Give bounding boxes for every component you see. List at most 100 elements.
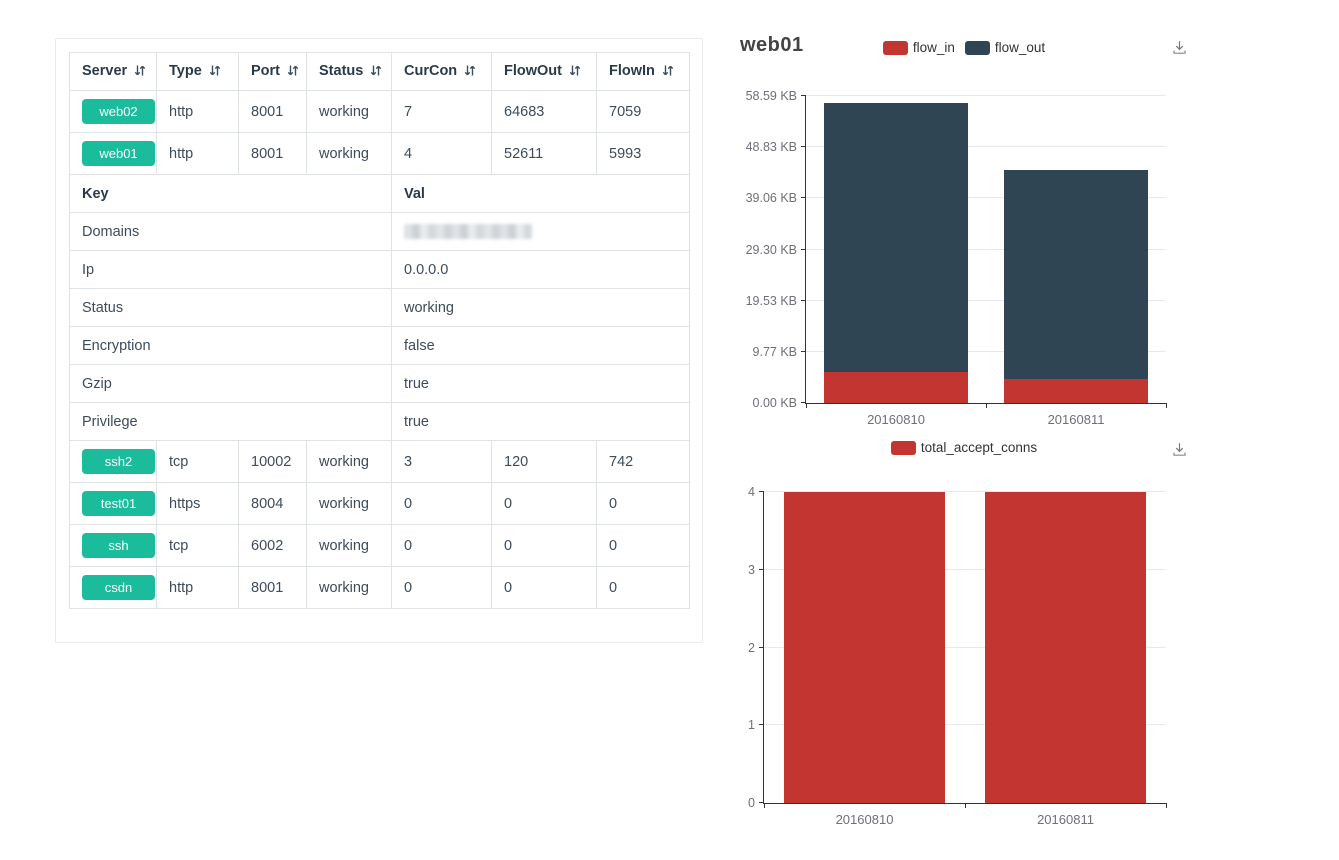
kv-key: Domains [70, 213, 392, 251]
y-axis-tick-label: 39.06 KB [746, 191, 797, 205]
x-axis-tick [1166, 803, 1167, 808]
y-axis-tick-label: 0 [748, 796, 755, 810]
column-header-label: FlowOut [504, 63, 562, 79]
server-badge[interactable]: ssh2 [82, 449, 155, 474]
cell-curcon: 0 [392, 567, 492, 609]
kv-val: working [392, 289, 690, 327]
server-table: ServerTypePortStatusCurConFlowOutFlowIn … [69, 52, 690, 609]
y-axis-tick-label: 29.30 KB [746, 243, 797, 257]
cell-flowout: 64683 [492, 91, 597, 133]
column-header-port[interactable]: Port [239, 53, 307, 91]
kv-val [392, 213, 690, 251]
table-row: web02http8001working7646837059 [70, 91, 690, 133]
y-axis-tick-label: 1 [748, 718, 755, 732]
conns-chart-legend: total_accept_conns [740, 440, 1188, 455]
table-row: sshtcp6002working000 [70, 525, 690, 567]
cell-server: web02 [70, 91, 157, 133]
sort-arrows-icon [662, 64, 674, 81]
cell-status: working [307, 441, 392, 483]
y-axis-tick [801, 300, 806, 301]
cell-flowin: 0 [597, 567, 690, 609]
cell-port: 6002 [239, 525, 307, 567]
redacted-tile [476, 224, 484, 239]
cell-flowin: 0 [597, 525, 690, 567]
server-badge[interactable]: web01 [82, 141, 155, 166]
column-header-curcon[interactable]: CurCon [392, 53, 492, 91]
y-axis-tick [801, 95, 806, 96]
sort-arrows-icon [370, 64, 382, 81]
y-axis-tick [801, 146, 806, 147]
header-row: ServerType Port Status CurCon FlowOut FlowIn [70, 53, 690, 91]
cell-server: test01 [70, 483, 157, 525]
key-val-row: Encryptionfalse [70, 327, 690, 365]
x-axis-tick [806, 403, 807, 408]
redacted-tile [444, 224, 452, 239]
cell-type: http [157, 133, 239, 175]
y-axis-tick [759, 569, 764, 570]
cell-flowout: 0 [492, 567, 597, 609]
redacted-tile [468, 224, 476, 239]
y-axis-tick [759, 491, 764, 492]
bar-flow_out-20160811 [1004, 170, 1148, 379]
server-rows-bottom: ssh2tcp10002working3120742test01https800… [70, 441, 690, 609]
cell-status: working [307, 567, 392, 609]
x-axis-tick-label: 20160811 [1037, 812, 1094, 827]
column-header-flowout[interactable]: FlowOut [492, 53, 597, 91]
y-axis-tick-label: 19.53 KB [746, 294, 797, 308]
key-val-section: KeyValDomainsIp0.0.0.0StatusworkingEncry… [70, 175, 690, 441]
y-axis-tick-label: 0.00 KB [753, 396, 797, 410]
kv-key: Privilege [70, 403, 392, 441]
server-badge[interactable]: csdn [82, 575, 155, 600]
x-axis-tick-label: 20160810 [836, 812, 894, 827]
column-header-label: CurCon [404, 63, 457, 79]
y-axis-tick-label: 58.59 KB [746, 89, 797, 103]
y-axis-tick [801, 351, 806, 352]
cell-status: working [307, 525, 392, 567]
column-header-flowin[interactable]: FlowIn [597, 53, 690, 91]
legend-swatch-icon [965, 41, 990, 55]
cell-port: 8004 [239, 483, 307, 525]
kv-val: 0.0.0.0 [392, 251, 690, 289]
server-badge[interactable]: ssh [82, 533, 155, 558]
legend-label: flow_in [913, 40, 955, 55]
table-row: csdnhttp8001working000 [70, 567, 690, 609]
redacted-domain-value [404, 224, 532, 239]
column-header-label: FlowIn [609, 63, 655, 79]
cell-port: 8001 [239, 567, 307, 609]
column-header-type[interactable]: Type [157, 53, 239, 91]
table-row: web01http8001working4526115993 [70, 133, 690, 175]
cell-flowin: 5993 [597, 133, 690, 175]
cell-server: csdn [70, 567, 157, 609]
column-header-label: Port [251, 63, 280, 79]
sort-arrows-icon [134, 64, 146, 81]
column-header-status[interactable]: Status [307, 53, 392, 91]
sort-arrows-icon [209, 64, 221, 81]
cell-flowout: 0 [492, 525, 597, 567]
cell-type: tcp [157, 525, 239, 567]
flow-chart-legend: flow_in flow_out [740, 40, 1188, 55]
redacted-tile [420, 224, 428, 239]
cell-type: http [157, 91, 239, 133]
server-badge[interactable]: web02 [82, 99, 155, 124]
x-axis-tick-label: 20160811 [1048, 412, 1105, 427]
cell-status: working [307, 483, 392, 525]
y-axis-tick-label: 9.77 KB [753, 345, 797, 359]
cell-server: web01 [70, 133, 157, 175]
legend-item-total_accept_conns[interactable]: total_accept_conns [891, 440, 1037, 455]
y-axis-tick-label: 4 [748, 485, 755, 499]
x-axis-tick [1166, 403, 1167, 408]
cell-type: tcp [157, 441, 239, 483]
x-axis-tick [986, 403, 987, 408]
legend-item-flow_in[interactable]: flow_in [883, 40, 955, 55]
y-axis-tick [759, 647, 764, 648]
column-header-server[interactable]: Server [70, 53, 157, 91]
cell-flowout: 0 [492, 483, 597, 525]
download-icon[interactable] [1171, 39, 1188, 56]
cell-flowout: 120 [492, 441, 597, 483]
kv-key: Ip [70, 251, 392, 289]
legend-item-flow_out[interactable]: flow_out [965, 40, 1045, 55]
download-icon[interactable] [1171, 441, 1188, 458]
kv-key: Encryption [70, 327, 392, 365]
bar-total_accept_conns-20160810 [784, 492, 945, 803]
server-badge[interactable]: test01 [82, 491, 155, 516]
